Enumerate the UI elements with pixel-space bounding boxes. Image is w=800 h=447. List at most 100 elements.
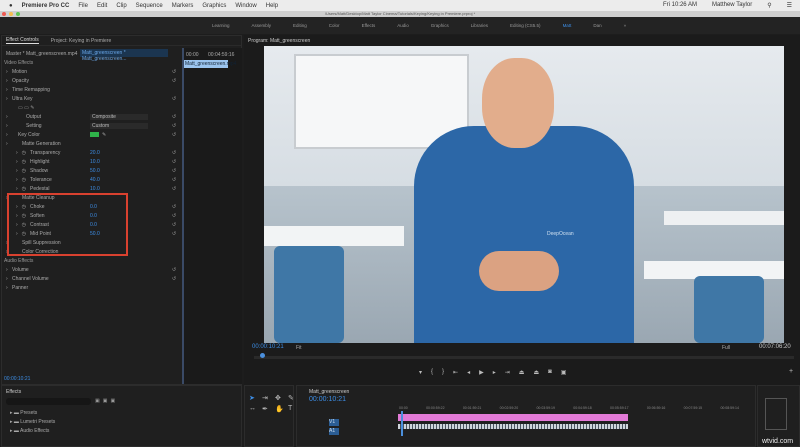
- expand-icon[interactable]: ›: [16, 186, 18, 192]
- export-frame-icon[interactable]: ◙: [548, 369, 552, 376]
- param-tolerance[interactable]: ›◷Tolerance40.0↺: [2, 175, 180, 184]
- param-value[interactable]: 20.0: [90, 150, 100, 156]
- stopwatch-icon[interactable]: ◷: [22, 177, 26, 183]
- reset-icon[interactable]: ↺: [172, 204, 176, 210]
- setting-row[interactable]: ›SettingCustom↺: [2, 121, 180, 130]
- track-a1[interactable]: A1: [329, 428, 339, 435]
- matte-generation-group[interactable]: ›Matte Generation: [2, 139, 180, 148]
- param-shadow[interactable]: ›◷Shadow50.0↺: [2, 166, 180, 175]
- program-title[interactable]: Program: Matt_greenscreen: [248, 38, 310, 44]
- disclosure-icon[interactable]: ›: [6, 123, 8, 129]
- param-value[interactable]: 10.0: [90, 159, 100, 165]
- workspace-overflow[interactable]: »: [624, 23, 627, 28]
- program-scrubber[interactable]: [254, 356, 794, 359]
- disclosure-icon[interactable]: ›: [6, 276, 8, 282]
- track-v1[interactable]: V1: [329, 419, 339, 426]
- menu-window[interactable]: Window: [235, 3, 256, 9]
- stopwatch-icon[interactable]: ◷: [22, 168, 26, 174]
- tab-effect-controls[interactable]: Effect Controls: [6, 37, 39, 44]
- param-value[interactable]: 50.0: [90, 168, 100, 174]
- timeline-timecode[interactable]: 00:00:10:21: [309, 396, 346, 403]
- reset-icon[interactable]: ↺: [172, 168, 176, 174]
- eyedropper-icon[interactable]: ✎: [102, 132, 106, 138]
- mask-shape-icons[interactable]: ▭ ▭ ✎: [18, 105, 34, 111]
- close-button[interactable]: [2, 12, 6, 16]
- timeline-playhead[interactable]: [401, 411, 403, 436]
- step-forward-icon[interactable]: ▸: [493, 369, 496, 376]
- workspace-color[interactable]: Color: [329, 23, 340, 28]
- reset-icon[interactable]: ↺: [172, 276, 176, 282]
- reset-icon[interactable]: ↺: [172, 186, 176, 192]
- effects-item-audio[interactable]: ▸ ▬ Audio Effects: [10, 427, 55, 436]
- expand-icon[interactable]: ›: [16, 177, 18, 183]
- workspace-dan[interactable]: Dan: [593, 23, 601, 28]
- step-back-icon[interactable]: ◂: [467, 369, 470, 376]
- expand-icon[interactable]: ›: [16, 168, 18, 174]
- add-marker-icon[interactable]: ▾: [419, 369, 422, 376]
- video-effects-header[interactable]: Video Effects: [2, 58, 180, 67]
- reset-icon[interactable]: ↺: [172, 150, 176, 156]
- effect-ultra-key[interactable]: ›Ultra Key↺: [2, 94, 180, 103]
- pen-tool-icon[interactable]: ✒: [262, 405, 272, 413]
- effects-search-input[interactable]: [6, 398, 91, 405]
- fit-dropdown[interactable]: Fit: [296, 345, 302, 351]
- param-value[interactable]: 40.0: [90, 177, 100, 183]
- effects-filter-icons[interactable]: ▣▣▣: [95, 398, 118, 404]
- apple-icon[interactable]: ●: [9, 3, 13, 9]
- workspace-libraries[interactable]: Libraries: [471, 23, 488, 28]
- effect-panner[interactable]: ›Panner: [2, 283, 180, 292]
- stopwatch-icon[interactable]: ◷: [22, 186, 26, 192]
- quality-dropdown[interactable]: Full: [722, 345, 730, 351]
- compare-icon[interactable]: ▣: [561, 369, 567, 376]
- output-dropdown[interactable]: Composite: [90, 114, 148, 120]
- mask-tools[interactable]: ▭ ▭ ✎: [2, 103, 180, 112]
- reset-icon[interactable]: ↺: [172, 222, 176, 228]
- effect-channel-volume[interactable]: ›Channel Volume↺: [2, 274, 180, 283]
- slip-tool-icon[interactable]: ↔: [249, 405, 259, 413]
- notifications-icon[interactable]: ☰: [787, 2, 792, 9]
- param-pedestal[interactable]: ›◷Pedestal10.0↺: [2, 184, 180, 193]
- menu-graphics[interactable]: Graphics: [202, 3, 226, 9]
- effects-item-presets[interactable]: ▸ ▬ Presets: [10, 409, 55, 418]
- workspace-assembly[interactable]: Assembly: [252, 23, 272, 28]
- reset-icon[interactable]: ↺: [172, 267, 176, 273]
- go-to-out-icon[interactable]: ⇥: [505, 369, 510, 376]
- tab-project[interactable]: Project: Keying in Premiere: [51, 38, 112, 44]
- reset-icon[interactable]: ↺: [172, 96, 176, 102]
- menu-clip[interactable]: Clip: [116, 3, 126, 9]
- setting-dropdown[interactable]: Custom: [90, 123, 148, 129]
- menu-help[interactable]: Help: [266, 3, 278, 9]
- current-timecode[interactable]: 00:00:10:21: [4, 376, 30, 382]
- master-clip-label[interactable]: Master * Matt_greenscreen.mp4: [6, 51, 77, 57]
- reset-icon[interactable]: ↺: [172, 159, 176, 165]
- ripple-edit-icon[interactable]: ✥: [275, 394, 285, 402]
- disclosure-icon[interactable]: ›: [6, 114, 8, 120]
- user-name[interactable]: Matthew Taylor: [712, 2, 752, 9]
- menu-edit[interactable]: Edit: [97, 3, 107, 9]
- workspace-audio[interactable]: Audio: [397, 23, 409, 28]
- play-icon[interactable]: ▶: [479, 369, 484, 376]
- reset-icon[interactable]: ↺: [172, 78, 176, 84]
- stopwatch-icon[interactable]: ◷: [22, 159, 26, 165]
- clip-selector[interactable]: Matt_greenscreen * Matt_greenscreen...: [80, 49, 168, 57]
- reset-icon[interactable]: ↺: [172, 213, 176, 219]
- disclosure-icon[interactable]: ›: [6, 87, 8, 93]
- menu-sequence[interactable]: Sequence: [136, 3, 163, 9]
- mini-clip-bar[interactable]: Matt_greenscreen.mp4: [184, 60, 228, 68]
- reset-icon[interactable]: ↺: [172, 231, 176, 237]
- reset-icon[interactable]: ↺: [172, 132, 176, 138]
- effects-item-lumetri[interactable]: ▸ ▬ Lumetri Presets: [10, 418, 55, 427]
- selection-tool-icon[interactable]: ➤: [249, 394, 259, 402]
- workspace-matt[interactable]: Matt: [563, 23, 572, 28]
- mark-in-icon[interactable]: {: [431, 369, 433, 376]
- audio-clip[interactable]: [398, 424, 628, 429]
- reset-icon[interactable]: ↺: [172, 69, 176, 75]
- minimize-button[interactable]: [9, 12, 13, 16]
- zoom-button[interactable]: [16, 12, 20, 16]
- workspace-learning[interactable]: Learning: [212, 23, 230, 28]
- go-to-in-icon[interactable]: ⇤: [453, 369, 458, 376]
- param-transparency[interactable]: ›◷Transparency20.0↺: [2, 148, 180, 157]
- mark-out-icon[interactable]: }: [442, 369, 444, 376]
- menu-markers[interactable]: Markers: [172, 3, 194, 9]
- app-name[interactable]: Premiere Pro CC: [22, 3, 70, 9]
